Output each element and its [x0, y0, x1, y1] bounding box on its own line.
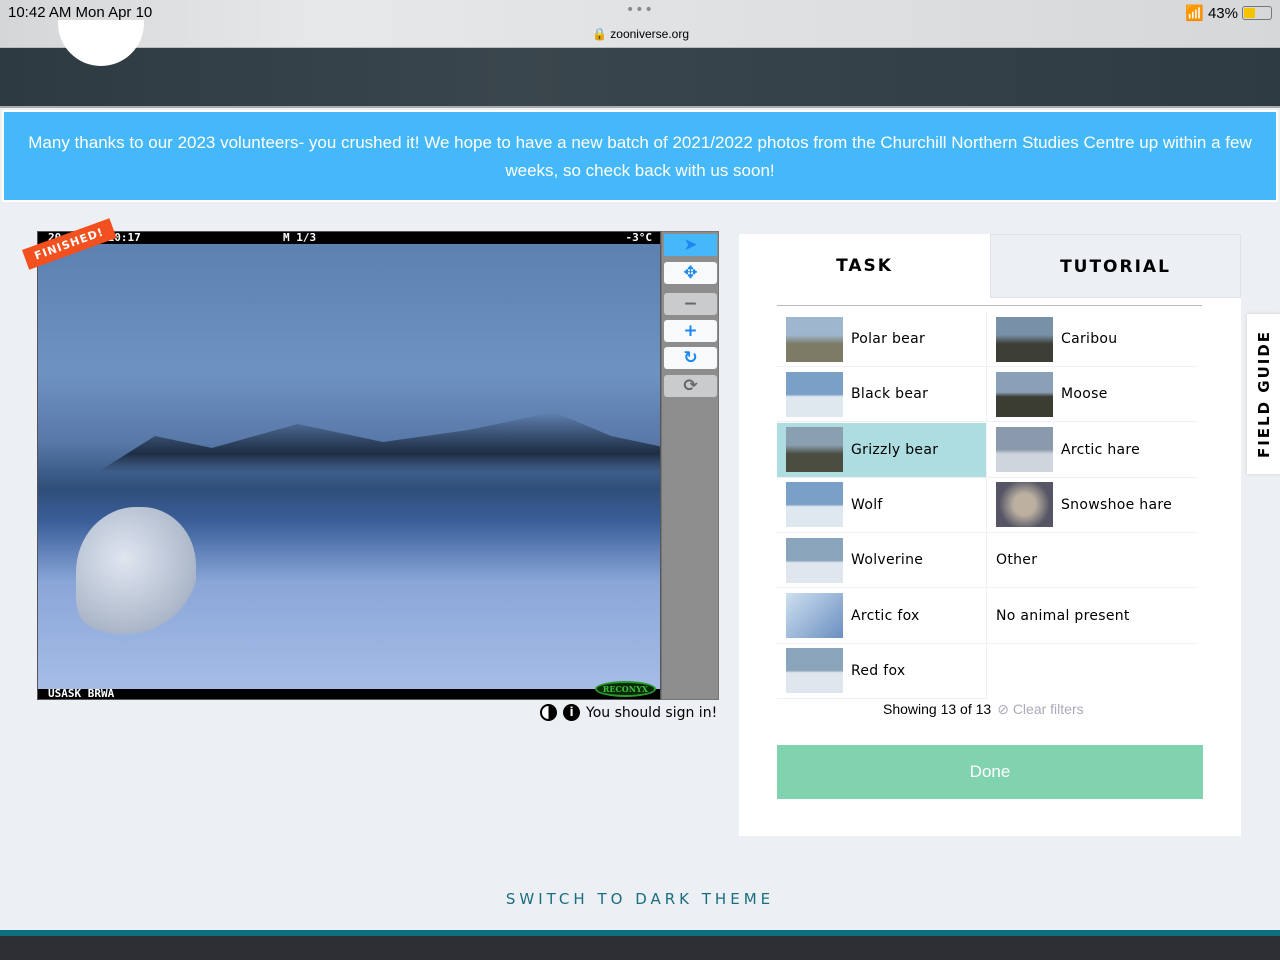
- polar-bear: [76, 507, 196, 637]
- frame-number: M 1/3: [283, 231, 317, 244]
- choice-wolf[interactable]: Wolf: [777, 477, 987, 533]
- choice-grizzly-bear[interactable]: Grizzly bear: [777, 422, 987, 478]
- choice-label: Grizzly bear: [851, 441, 939, 458]
- zoom-out-button[interactable]: −: [664, 293, 717, 315]
- temperature: -3°C: [625, 231, 653, 244]
- reconyx-logo: RECONYX: [594, 681, 656, 697]
- choice-label: Arctic hare: [1061, 441, 1141, 458]
- choice-caribou[interactable]: Caribou: [987, 312, 1197, 367]
- choice-label: Wolverine: [851, 552, 924, 569]
- choice-polar-bear[interactable]: Polar bear: [777, 312, 987, 367]
- pointer-tool-button[interactable]: ➤: [664, 234, 717, 256]
- zoom-in-button[interactable]: +: [664, 320, 717, 342]
- camera-id: USASK BRWA: [48, 687, 115, 700]
- url-text: zooniverse.org: [610, 27, 689, 41]
- info-icon[interactable]: i: [563, 704, 580, 721]
- rotate-button[interactable]: ↻: [664, 347, 717, 369]
- reset-button[interactable]: ⟳: [664, 375, 717, 397]
- choice-label: Black bear: [851, 386, 929, 403]
- choice-label: Snowshoe hare: [1061, 496, 1172, 513]
- camera-footer: USASK BRWA: [38, 687, 660, 700]
- choice-thumbnail: [786, 648, 843, 694]
- battery-indicator: 📶 43%: [1185, 4, 1272, 22]
- announcement-banner: Many thanks to our 2023 volunteers- you …: [2, 110, 1278, 202]
- choice-black-bear[interactable]: Black bear: [777, 367, 987, 423]
- move-tool-button[interactable]: ✥: [664, 262, 717, 284]
- tab-tutorial[interactable]: TUTORIAL: [990, 234, 1241, 298]
- sign-in-hint: i You should sign in!: [540, 704, 717, 721]
- choice-label: Other: [996, 552, 1038, 569]
- showing-count: Showing 13 of 13: [883, 701, 992, 717]
- field-guide-label: FIELD GUIDE: [1254, 329, 1273, 459]
- choice-label: Moose: [1061, 386, 1108, 403]
- choice-thumbnail: [786, 371, 843, 417]
- clock: 10:42 AM Mon Apr 10: [8, 4, 153, 21]
- sign-in-text: You should sign in!: [586, 704, 718, 721]
- choice-thumbnail: [996, 316, 1053, 362]
- choice-label: Red fox: [851, 662, 906, 679]
- choice-thumbnail: [786, 593, 843, 638]
- choice-label: Wolf: [851, 496, 883, 513]
- choice-label: Arctic fox: [851, 607, 920, 624]
- ios-status-bar: 10:42 AM Mon Apr 10 ••• 🔒 zooniverse.org…: [0, 0, 1280, 48]
- treeline: [98, 412, 660, 472]
- choice-thumbnail: [996, 427, 1053, 473]
- choice-thumbnail: [786, 482, 843, 528]
- tab-dots[interactable]: •••: [626, 2, 654, 18]
- project-header: [0, 48, 1280, 108]
- choice-thumbnail: [786, 427, 843, 473]
- choice-moose[interactable]: Moose: [987, 367, 1197, 423]
- choice-thumbnail: [996, 482, 1053, 528]
- choice-snowshoe-hare[interactable]: Snowshoe hare: [987, 478, 1197, 533]
- choice-label: Polar bear: [851, 331, 926, 347]
- choice-no-animal-present[interactable]: No animal present: [987, 589, 1197, 644]
- image-toolbar: ➤ ✥ − + ↻ ⟳: [661, 231, 719, 700]
- choice-red-fox[interactable]: Red fox: [777, 643, 987, 699]
- clear-filters-button[interactable]: ⊘ Clear filters: [997, 701, 1083, 717]
- choice-arctic-hare[interactable]: Arctic hare: [987, 423, 1197, 478]
- subject-image[interactable]: 20 17 09:10:17 M 1/3 -3°C USASK BRWA REC…: [37, 231, 661, 700]
- choice-label: Caribou: [1061, 331, 1118, 347]
- task-panel: TASK TUTORIAL Polar bear Caribou Black bea…: [739, 234, 1241, 836]
- choice-arctic-fox[interactable]: Arctic fox: [777, 588, 987, 644]
- tab-task[interactable]: TASK: [739, 234, 990, 298]
- filter-status: Showing 13 of 13 ⊘ Clear filters: [883, 701, 1084, 718]
- battery-percent: 43%: [1207, 4, 1238, 22]
- url-bar[interactable]: 🔒 zooniverse.org: [592, 27, 689, 41]
- done-button[interactable]: Done: [777, 745, 1203, 799]
- choice-label: No animal present: [996, 607, 1130, 624]
- wifi-icon: 📶: [1185, 5, 1204, 22]
- battery-icon: [1242, 6, 1272, 20]
- divider: [777, 305, 1202, 306]
- field-guide-tab[interactable]: FIELD GUIDE: [1247, 314, 1280, 474]
- choice-thumbnail: [786, 537, 843, 583]
- choice-thumbnail: [786, 316, 843, 362]
- choice-other[interactable]: Other: [987, 533, 1197, 589]
- camera-info-bar: 20 17 09:10:17 M 1/3 -3°C: [38, 232, 660, 244]
- contrast-icon[interactable]: [540, 704, 557, 721]
- switch-theme-button[interactable]: SWITCH TO DARK THEME: [0, 890, 1280, 908]
- footer: [0, 930, 1280, 960]
- choice-wolverine[interactable]: Wolverine: [777, 533, 987, 589]
- choice-thumbnail: [996, 371, 1053, 417]
